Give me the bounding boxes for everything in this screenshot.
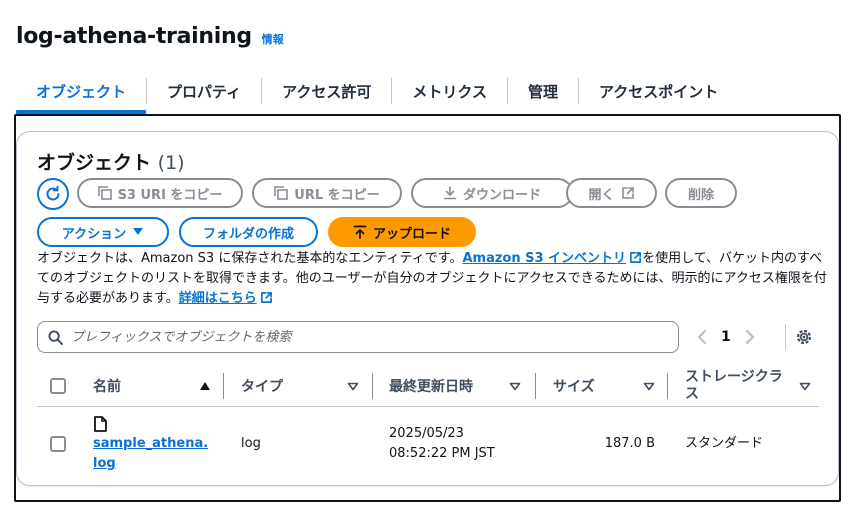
search-field[interactable] — [37, 321, 679, 353]
caret-down-icon — [133, 228, 144, 235]
column-divider — [372, 373, 373, 399]
actions-label: アクション — [61, 226, 127, 242]
objects-description: オブジェクトは、Amazon S3 に保存された基本的なエンティティです。Ama… — [37, 249, 827, 309]
copy-url-button[interactable]: URL をコピー — [252, 178, 402, 208]
object-date-cell: 2025/05/23 — [389, 426, 464, 441]
copy-icon — [274, 186, 289, 200]
create-folder-button[interactable]: フォルダの作成 — [179, 217, 318, 247]
object-name-cell: sample_athena.log — [93, 434, 211, 474]
page-header: log-athena-training 情報 — [16, 24, 284, 49]
object-time-cell: 08:52:22 PM JST — [389, 446, 495, 461]
column-divider — [535, 373, 536, 399]
upload-icon — [353, 225, 367, 239]
objects-heading: オブジェクト (1) — [37, 148, 185, 175]
tab-objects[interactable]: オブジェクト — [16, 68, 147, 114]
column-storage-class[interactable]: ストレージクラス — [685, 365, 793, 407]
objects-count: (1) — [157, 152, 185, 174]
delete-label: 削除 — [687, 187, 714, 203]
tab-metrics[interactable]: メトリクス — [392, 68, 507, 114]
tab-permissions[interactable]: アクセス許可 — [262, 68, 391, 114]
delete-button[interactable]: 削除 — [665, 178, 737, 208]
copy-url-label: URL をコピー — [294, 187, 380, 203]
copy-s3-uri-label: S3 URI をコピー — [117, 187, 223, 203]
external-link-icon — [630, 252, 642, 263]
column-divider — [223, 373, 224, 399]
object-name-link[interactable]: sample_athena.log — [93, 436, 208, 471]
pagination-divider — [785, 324, 786, 350]
info-link[interactable]: 情報 — [262, 31, 284, 47]
download-label: ダウンロード — [462, 187, 541, 203]
pagination: 1 — [697, 322, 755, 352]
description-text-1: オブジェクトは、Amazon S3 に保存された基本的なエンティティです。 — [37, 251, 463, 266]
sort-icon[interactable] — [509, 382, 521, 391]
sort-ascending-icon[interactable] — [199, 381, 211, 391]
open-button[interactable]: 開く — [566, 178, 657, 208]
inventory-link-label: Amazon S3 インベントリ — [462, 251, 627, 266]
refresh-icon — [46, 185, 60, 201]
object-storage-class-cell: スタンダード — [685, 436, 764, 451]
previous-page-icon[interactable] — [697, 330, 707, 344]
page-title: log-athena-training — [16, 24, 252, 49]
tab-bar: オブジェクト プロパティ アクセス許可 メトリクス 管理 アクセスポイント — [16, 68, 738, 114]
learn-more-label: 詳細はこちら — [178, 291, 257, 306]
objects-container: オブジェクト (1) S3 URI をコピー URL をコピー ダウンロード 開… — [16, 131, 839, 486]
select-all-checkbox[interactable] — [50, 378, 66, 394]
object-size-cell: 187.0 B — [604, 436, 655, 451]
external-link-icon — [260, 292, 272, 303]
search-input[interactable] — [71, 329, 661, 345]
objects-title: オブジェクト — [37, 152, 152, 174]
learn-more-link[interactable]: 詳細はこちら — [179, 291, 257, 306]
tab-access-points[interactable]: アクセスポイント — [579, 68, 738, 114]
external-link-icon — [621, 187, 634, 199]
column-name[interactable]: 名前 — [93, 365, 121, 407]
refresh-button[interactable] — [37, 178, 69, 210]
download-button[interactable]: ダウンロード — [411, 178, 573, 208]
next-page-icon[interactable] — [745, 330, 755, 344]
row-checkbox[interactable] — [50, 436, 66, 452]
download-icon — [443, 186, 457, 200]
column-last-modified[interactable]: 最終更新日時 — [389, 365, 473, 407]
open-label: 開く — [588, 187, 615, 203]
actions-dropdown[interactable]: アクション — [37, 217, 169, 247]
upload-label: アップロード — [372, 226, 451, 242]
file-icon — [94, 416, 107, 432]
gear-icon[interactable] — [794, 327, 814, 347]
column-size[interactable]: サイズ — [553, 365, 595, 407]
table-header: 名前 タイプ 最終更新日時 サイズ ストレージクラス — [37, 365, 819, 407]
column-divider — [667, 373, 668, 399]
tab-properties[interactable]: プロパティ — [147, 68, 261, 114]
create-folder-label: フォルダの作成 — [202, 226, 294, 242]
copy-s3-uri-button[interactable]: S3 URI をコピー — [77, 178, 243, 208]
sort-icon[interactable] — [643, 382, 655, 391]
tab-management[interactable]: 管理 — [508, 68, 578, 114]
object-type-cell: log — [241, 436, 261, 451]
search-icon — [48, 329, 63, 345]
sort-icon[interactable] — [347, 382, 359, 391]
copy-icon — [97, 186, 112, 200]
sort-icon[interactable] — [799, 382, 811, 391]
inventory-link[interactable]: Amazon S3 インベントリ — [462, 251, 626, 266]
current-page[interactable]: 1 — [721, 329, 731, 345]
upload-button[interactable]: アップロード — [328, 217, 476, 247]
column-type[interactable]: タイプ — [241, 365, 283, 407]
